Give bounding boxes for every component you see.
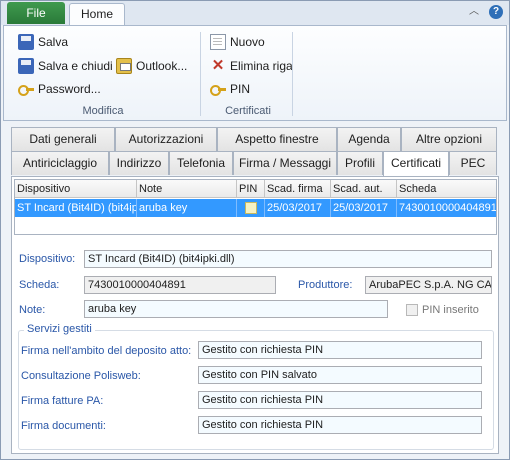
servizio-deposito-field[interactable]: Gestito con richiesta PIN [198,341,482,359]
settings-window: File Home ︿ ? Salva Salva e chiudi Outlo… [0,0,510,460]
column-header-scheda[interactable]: Scheda [397,180,496,198]
servizio-fatture-field[interactable]: Gestito con richiesta PIN [198,391,482,409]
tab-row-1: Dati generali Autorizzazioni Aspetto fin… [11,127,499,151]
scheda-label: Scheda: [19,279,60,291]
new-document-icon [210,34,226,50]
cell-scheda: 7430010000404891 [399,202,496,214]
salva-label: Salva [38,35,69,49]
cell-scad-firma: 25/03/2017 [265,199,331,217]
column-header-scad-aut[interactable]: Scad. aut. [331,180,397,198]
note-field[interactable]: aruba key [84,300,388,318]
help-icon[interactable]: ? [489,5,503,19]
tab-row-2: Antiriciclaggio Indirizzo Telefonia Firm… [11,151,499,176]
tab-indirizzo[interactable]: Indirizzo [109,151,169,175]
column-header-dispositivo[interactable]: Dispositivo [15,180,137,198]
dispositivo-field[interactable]: ST Incard (Bit4ID) (bit4ipki.dll) [84,250,492,268]
tab-certificati[interactable]: Certificati [383,151,449,176]
dispositivo-label: Dispositivo: [19,253,76,265]
save-icon [18,34,34,50]
servizio-documenti-label: Firma documenti: [21,420,106,432]
cell-dispositivo: ST Incard (Bit4ID) (bit4ip [15,199,137,217]
nuovo-button[interactable]: Nuovo [210,32,265,52]
ribbon-top-icons: ︿ ? [469,5,503,19]
tab-dati-generali[interactable]: Dati generali [11,127,115,151]
tab-agenda[interactable]: Agenda [337,127,401,151]
cell-pin [237,199,265,217]
tab-autorizzazioni[interactable]: Autorizzazioni [115,127,217,151]
password-button[interactable]: Password... [18,79,101,99]
tab-aspetto-finestre[interactable]: Aspetto finestre [217,127,337,151]
nuovo-label: Nuovo [230,35,265,49]
scheda-field[interactable]: 7430010000404891 [84,276,276,294]
tab-firma-messaggi[interactable]: Firma / Messaggi [233,151,337,175]
group-label-modifica: Modifica [82,105,124,117]
tab-pec[interactable]: PEC [449,151,497,175]
group-certificati: Nuovo ✕ Elimina riga PIN Certificati [204,26,293,120]
pin-checkbox[interactable] [245,202,257,214]
grid-header-row: Dispositivo Note PIN Scad. firma Scad. a… [15,180,496,198]
column-header-pin[interactable]: PIN [237,180,265,198]
pin-inserito-checkbox[interactable] [406,304,418,316]
servizio-polisweb-field[interactable]: Gestito con PIN salvato [198,366,482,384]
cell-scad-aut: 25/03/2017 [331,199,397,217]
column-header-note[interactable]: Note [137,180,237,198]
certificati-panel: Dispositivo Note PIN Scad. firma Scad. a… [11,176,499,454]
salva-e-chiudi-button[interactable]: Salva e chiudi [18,56,113,76]
column-header-scad-firma[interactable]: Scad. firma [265,180,331,198]
group-label-certificati: Certificati [225,105,271,117]
key-icon [18,81,34,97]
servizio-documenti-field[interactable]: Gestito con richiesta PIN [198,416,482,434]
group-separator [200,32,201,116]
salva-e-chiudi-label: Salva e chiudi [38,59,113,73]
ribbon-tab-bar: File Home ︿ ? [1,1,509,26]
servizio-polisweb-label: Consultazione Polisweb: [21,370,141,382]
pin-inserito-label: PIN inserito [422,304,479,316]
outlook-button[interactable]: Outlook... [116,56,187,76]
servizi-gestiti-legend: Servizi gestiti [24,323,95,335]
save-close-icon [18,58,34,74]
pin-label: PIN [230,82,251,96]
produttore-field[interactable]: ArubaPEC S.p.A. NG CA 2 [365,276,492,294]
elimina-riga-label: Elimina riga [230,59,293,73]
tab-altre-opzioni[interactable]: Altre opzioni [401,127,497,151]
tab-antiriciclaggio[interactable]: Antiriciclaggio [11,151,109,175]
servizio-fatture-label: Firma fatture PA: [21,395,104,407]
ribbon-body: Salva Salva e chiudi Outlook... Password… [3,25,507,121]
password-label: Password... [38,82,101,96]
outlook-label: Outlook... [136,59,188,73]
tab-profili[interactable]: Profili [337,151,383,175]
cell-note: aruba key [137,199,237,217]
group-separator [292,32,293,116]
note-label: Note: [19,304,46,316]
home-tab[interactable]: Home [69,3,125,26]
outlook-icon [116,58,132,74]
servizio-deposito-label: Firma nell'ambito del deposito atto: [21,345,192,357]
collapse-ribbon-icon[interactable]: ︿ [469,7,479,17]
key-icon [210,81,226,97]
delete-x-icon: ✕ [211,57,225,74]
salva-button[interactable]: Salva [18,32,68,52]
tab-telefonia[interactable]: Telefonia [169,151,233,175]
group-modifica: Salva Salva e chiudi Outlook... Password… [8,26,198,120]
table-row[interactable]: ST Incard (Bit4ID) (bit4ip aruba key 25/… [15,199,496,217]
pin-button[interactable]: PIN [210,79,250,99]
file-tab[interactable]: File [7,2,65,24]
produttore-label: Produttore: [298,279,353,291]
elimina-riga-button[interactable]: ✕ Elimina riga [210,56,293,76]
certificati-grid: Dispositivo Note PIN Scad. firma Scad. a… [14,179,497,235]
